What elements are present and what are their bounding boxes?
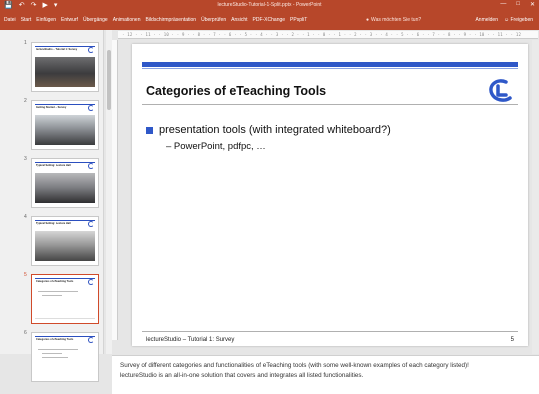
logo-icon [489,79,512,102]
slide-title[interactable]: Categories of eTeaching Tools [146,84,326,98]
thumbnail-photo [35,173,95,203]
notes-pane[interactable]: Survey of different categories and funct… [112,355,539,394]
slide-accent-bar [142,62,518,67]
slide-thumbnail[interactable]: Typical Setting: Lecture Hall [31,216,99,266]
thumbnail-number: 3 [24,156,27,162]
slide-scrollbar[interactable] [532,40,539,354]
tab-ueberpruefen[interactable]: Überprüfen [201,17,226,23]
ribbon-tabs: Datei Start Einfügen Entwurf Übergänge A… [4,17,307,23]
thumbnail-text-line [42,295,62,296]
horizontal-ruler: · 12 · · 11 · · 10 · · 9 · · 8 · · 7 · ·… [118,31,538,39]
thumbnail-number: 6 [24,330,27,336]
tab-einfuegen[interactable]: Einfügen [36,17,56,23]
close-button[interactable]: ✕ [530,1,535,8]
thumbnail-number: 2 [24,98,27,104]
tab-ppsplit[interactable]: PPspliT [290,17,307,23]
thumbnail-title: Getting Started – Survey [36,106,67,109]
bullet-item[interactable]: presentation tools (with integrated whit… [146,124,391,136]
tab-animationen[interactable]: Animationen [113,17,141,23]
thumbnail-accent-bar [35,278,95,279]
logo-icon [88,47,94,53]
slide-thumbnail-pane: 1 lectureStudio – Tutorial 1: Survey 2 G… [0,30,104,382]
title-bar: 💾 ↶ ↷ ▶ ▾ lectureStudio-Tutorial-1-Split… [0,0,539,12]
thumbnail-accent-bar [35,104,95,105]
slide-thumbnail[interactable]: Categories of eTeaching Tools [31,332,99,382]
thumbnail-footer-line [35,318,95,319]
logo-icon [88,279,94,285]
logo-icon [88,337,94,343]
notes-line: lectureStudio is an all-in-one solution … [120,372,364,379]
lightbulb-icon: ● [366,17,370,23]
tab-ansicht[interactable]: Ansicht [231,17,247,23]
slide-canvas[interactable]: Categories of eTeaching Tools presentati… [132,44,528,346]
thumbnail-title: Typical Setting: Lecture Hall [36,222,71,225]
sub-bullet-item[interactable]: – PowerPoint, pdfpc, … [166,141,266,152]
thumbnail-title: Categories of eTeaching Tools [36,280,74,283]
tab-pdf-xchange[interactable]: PDF-XChange [253,17,286,23]
slide-thumbnail[interactable]: lectureStudio – Tutorial 1: Survey [31,42,99,92]
thumbnail-text-line [38,349,78,350]
thumbnail-photo [35,231,95,261]
tab-start[interactable]: Start [21,17,32,23]
person-icon: ☺ [503,17,510,23]
slide-thumbnail-selected[interactable]: Categories of eTeaching Tools [31,274,99,324]
thumbnail-photo [35,115,95,145]
tab-datei[interactable]: Datei [4,17,16,23]
slide-thumbnail[interactable]: Typical Setting: Lecture Hall [31,158,99,208]
thumbnail-title: Typical Setting: Lecture Hall [36,164,71,167]
thumbnail-text-line [42,357,68,358]
vertical-ruler [112,40,118,340]
bullet-square-icon [146,126,153,134]
share-button[interactable]: ☺ Freigeben [504,17,533,23]
ribbon-account: Anmelden ☺ Freigeben [475,17,533,23]
thumbnail-title: Categories of eTeaching Tools [36,338,74,341]
thumbnail-text-line [38,291,78,292]
tell-me-label: Was möchten Sie tun? [371,17,422,23]
tab-entwurf[interactable]: Entwurf [61,17,78,23]
window-title: lectureStudio-Tutorial-1-Split.pptx - Po… [217,2,322,8]
thumbnail-accent-bar [35,336,95,337]
thumbnail-photo [35,57,95,87]
logo-icon [88,221,94,227]
slide-thumbnail[interactable]: Getting Started – Survey [31,100,99,150]
thumbnail-accent-bar [35,162,95,163]
window-controls: — □ ✕ [500,1,535,8]
bullet-text: presentation tools (with integrated whit… [159,124,391,136]
thumbnail-accent-bar [35,220,95,221]
thumbnail-text-line [42,353,62,354]
ribbon: Datei Start Einfügen Entwurf Übergänge A… [0,12,539,30]
ruler-labels: · 12 · · 11 · · 10 · · 9 · · 8 · · 7 · ·… [122,32,522,37]
notes-line: Survey of different categories and funct… [120,362,469,369]
scrollbar-thumb[interactable] [107,50,111,110]
thumbnail-title: lectureStudio – Tutorial 1: Survey [36,48,78,51]
share-label: Freigeben [510,17,533,23]
tab-uebergaenge[interactable]: Übergänge [83,17,108,23]
maximize-button[interactable]: □ [516,1,520,8]
slide-footer: lectureStudio – Tutorial 1: Survey [146,337,235,343]
thumbnail-number: 4 [24,214,27,220]
footer-divider [142,331,518,332]
thumbnail-accent-bar [35,46,95,47]
tell-me-search[interactable]: ● Was möchten Sie tun? [366,17,421,23]
sign-in-link[interactable]: Anmelden [475,17,498,23]
slide-page-number: 5 [510,337,514,343]
logo-icon [88,163,94,169]
tab-bildschirmpraesentation[interactable]: Bildschirmpräsentation [146,17,197,23]
slide-accent-line [142,68,518,69]
logo-icon [88,105,94,111]
thumbnail-number: 1 [24,40,27,46]
minimize-button[interactable]: — [500,1,506,8]
thumbnail-number: 5 [24,272,27,278]
title-divider [142,104,518,105]
